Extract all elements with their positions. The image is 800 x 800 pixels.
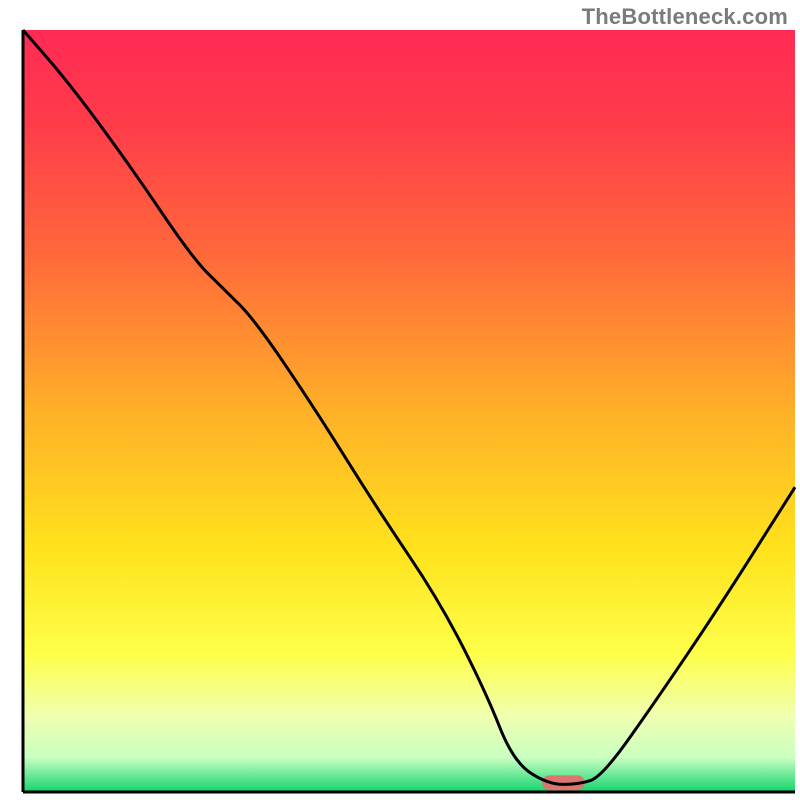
watermark-text: TheBottleneck.com xyxy=(582,4,788,30)
chart-container: TheBottleneck.com xyxy=(0,0,800,800)
bottleneck-chart xyxy=(0,0,800,800)
plot-background xyxy=(23,30,795,792)
